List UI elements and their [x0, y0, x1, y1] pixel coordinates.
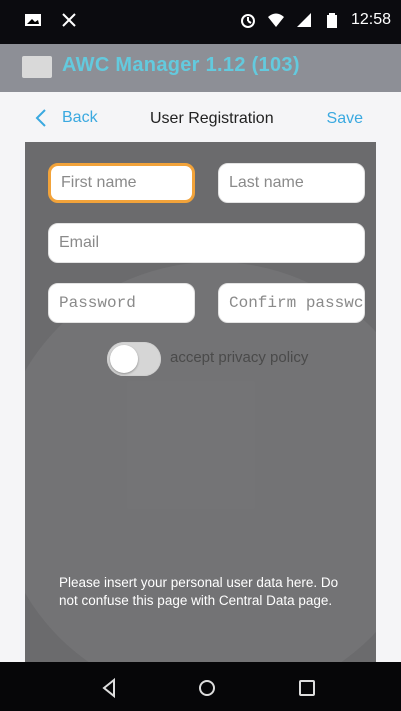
alarm-icon: [239, 11, 257, 29]
signal-off-icon: [60, 11, 78, 29]
back-triangle-icon[interactable]: [96, 674, 124, 702]
battery-icon: [323, 11, 341, 29]
info-note: Please insert your personal user data he…: [59, 575, 339, 608]
save-button[interactable]: Save: [327, 110, 363, 128]
registration-panel: First name Last name Email Password Conf…: [25, 142, 376, 662]
first-name-input[interactable]: First name: [48, 163, 195, 203]
password-input[interactable]: Password: [48, 283, 195, 323]
back-button[interactable]: Back: [34, 108, 98, 128]
navigation-row: Back User Registration Save: [0, 92, 401, 142]
page-title: User Registration: [150, 110, 274, 127]
app-title: AWC Manager 1.12 (103): [62, 54, 300, 76]
email-input[interactable]: Email: [48, 223, 365, 263]
status-bar: 12:58: [0, 0, 401, 44]
overview-square-icon[interactable]: [293, 674, 321, 702]
app-logo-icon: [22, 56, 52, 78]
last-name-input[interactable]: Last name: [218, 163, 365, 203]
privacy-label: accept privacy policy: [170, 349, 309, 366]
wifi-icon: [267, 11, 285, 29]
privacy-toggle[interactable]: [107, 342, 161, 376]
home-circle-icon[interactable]: [193, 674, 221, 702]
image-icon: [24, 11, 42, 29]
cell-signal-icon: [295, 11, 313, 29]
back-label: Back: [62, 109, 98, 126]
status-time: 12:58: [350, 11, 391, 28]
app-bar: AWC Manager 1.12 (103): [0, 44, 401, 92]
confirm-password-input[interactable]: Confirm passwc: [218, 283, 365, 323]
chevron-left-icon: [35, 109, 46, 127]
system-nav-bar: [0, 662, 401, 711]
